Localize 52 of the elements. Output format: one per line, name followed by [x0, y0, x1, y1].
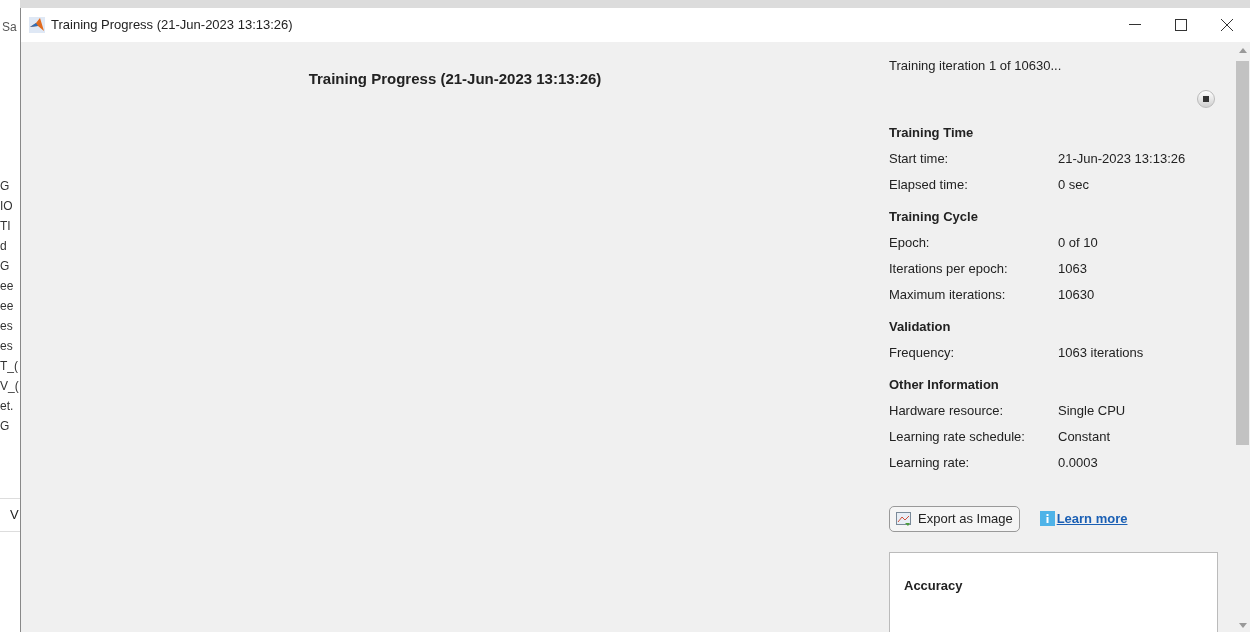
background-text: d	[0, 238, 8, 255]
info-label: Maximum iterations:	[889, 285, 1007, 304]
section-heading: Other Information	[889, 375, 1000, 394]
info-value: 10630	[1058, 285, 1095, 304]
background-text: ee	[0, 278, 15, 295]
info-label: Learning rate:	[889, 453, 971, 472]
info-label: Epoch:	[889, 233, 931, 252]
background-text: et.	[0, 398, 15, 415]
panel-title: Accuracy	[904, 577, 963, 593]
scrollbar-thumb[interactable]	[1236, 61, 1249, 445]
background-text: G	[0, 178, 11, 195]
stop-button[interactable]	[1197, 89, 1215, 108]
info-label: Learning rate schedule:	[889, 427, 1026, 446]
info-value: 1063	[1058, 259, 1087, 278]
info-label: Elapsed time:	[889, 175, 969, 194]
info-value: 0.0003	[1058, 453, 1098, 472]
image-icon	[896, 510, 912, 527]
section-heading: Training Time	[889, 123, 975, 142]
status-text: Training iteration 1 of 10630...	[889, 57, 1063, 75]
scroll-down-icon	[1238, 623, 1247, 628]
info-value: 0 sec	[1058, 175, 1090, 194]
background-text: V_(	[0, 378, 20, 395]
plot-title: Training Progress (21-Jun-2023 13:13:26)	[308, 69, 602, 88]
background-text: G	[0, 418, 11, 435]
info-label: Start time:	[889, 149, 950, 168]
info-value: Constant	[1058, 427, 1111, 446]
info-value: 21-Jun-2023 13:13:26	[1058, 149, 1186, 168]
minimize-icon	[1129, 24, 1141, 26]
background-text: G	[0, 258, 11, 275]
background-text: Sa	[1, 19, 18, 36]
background-text: es	[0, 318, 14, 335]
info-value: Single CPU	[1058, 401, 1126, 420]
window-title: Training Progress (21-Jun-2023 13:13:26)	[51, 16, 293, 35]
info-label: Frequency:	[889, 343, 956, 362]
background-text: T_(	[0, 358, 19, 375]
scroll-up-icon	[1238, 48, 1247, 53]
background-text: IO	[0, 198, 14, 215]
section-heading: Validation	[889, 317, 952, 336]
stop-icon	[1203, 95, 1209, 102]
info-icon	[1039, 511, 1055, 526]
info-label: Iterations per epoch:	[889, 259, 1009, 278]
background-text: es	[0, 338, 14, 355]
maximize-icon	[1175, 19, 1187, 31]
export-button[interactable]: Export as Image	[889, 505, 1020, 532]
info-value: 1063 iterations	[1058, 343, 1144, 362]
background-text: ee	[0, 298, 15, 315]
section-heading: Training Cycle	[889, 207, 979, 226]
learn-more-link[interactable]: Learn more	[1056, 508, 1128, 529]
info-value: 0 of 10	[1058, 233, 1098, 252]
info-label: Hardware resource:	[889, 401, 1005, 420]
close-icon	[1221, 19, 1233, 31]
background-text: TI	[0, 218, 12, 235]
